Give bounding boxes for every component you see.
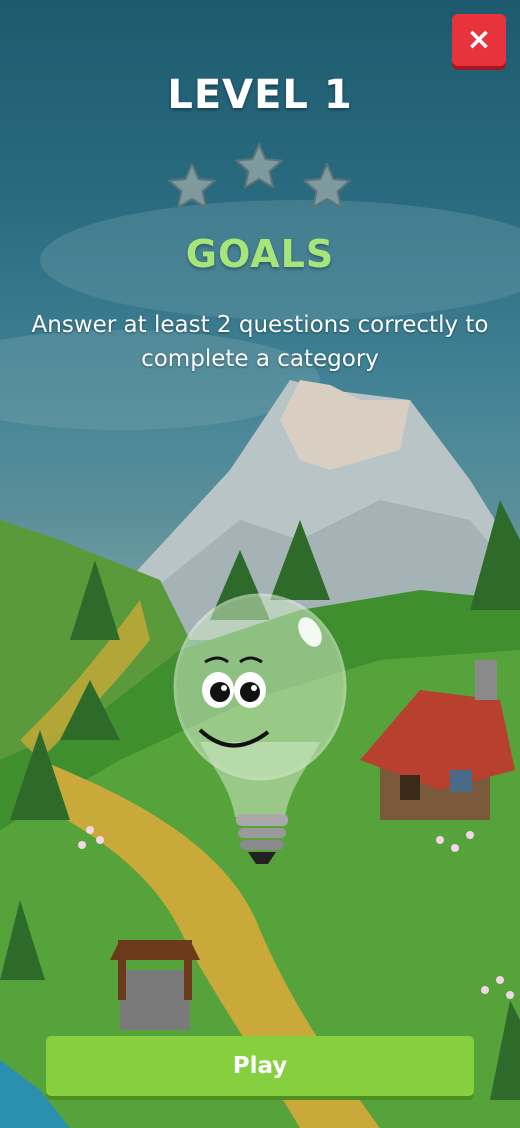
goals-description: Answer at least 2 questions correctly to… [31, 312, 489, 372]
level-screen: × LEVEL 1 GOALS Answer at least 2 questi… [0, 0, 520, 1128]
close-icon: × [466, 22, 492, 57]
star-icon [303, 163, 351, 209]
play-button-label: Play [232, 1053, 288, 1079]
star-icon [168, 163, 216, 209]
play-button[interactable]: Play [46, 1036, 474, 1096]
level-title: LEVEL 1 [167, 72, 353, 118]
star-icon [235, 143, 283, 189]
star-rating [168, 143, 351, 209]
lightbulb-mascot-icon [173, 593, 347, 864]
goals-heading: GOALS [185, 232, 335, 276]
well-icon [110, 940, 200, 1030]
close-button[interactable]: × [452, 14, 506, 66]
